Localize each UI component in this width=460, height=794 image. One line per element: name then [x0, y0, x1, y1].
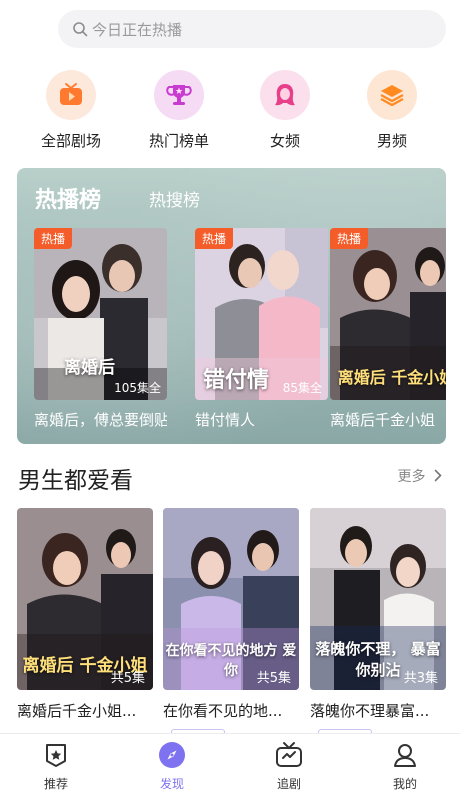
category-hot-ranking[interactable]: 热门榜单	[124, 68, 234, 151]
trophy-icon	[154, 70, 204, 120]
tv-icon	[249, 740, 329, 770]
drama-card[interactable]: 落魄你不理， 暴富你别沾 共3集 落魄你不理暴富...	[310, 508, 446, 735]
drama-card[interactable]: 在你看不见的地方 爱你 共5集 在你看不见的地...	[163, 508, 299, 735]
tv-play-icon	[46, 70, 96, 120]
tab-label: 追剧	[276, 777, 301, 791]
episode-count: 85集全	[282, 381, 322, 395]
search-bar[interactable]: 今日正在热播	[58, 10, 446, 48]
hot-badge: 热播	[34, 228, 73, 249]
category-row: 全部剧场 热门榜单 女频 男频	[0, 68, 460, 158]
tab-recommend[interactable]: 推荐	[16, 740, 96, 792]
poster-image: 离婚后 千金小姐 共5集	[17, 508, 153, 690]
woman-icon	[260, 70, 310, 120]
category-label: 男频	[376, 132, 407, 150]
tab-label: 我的	[392, 777, 417, 791]
episode-count: 共3集	[403, 671, 438, 686]
category-label: 全部剧场	[40, 132, 101, 150]
tab-discover[interactable]: 发现	[132, 740, 212, 792]
tab-mine[interactable]: 我的	[365, 740, 445, 792]
chevron-right-icon	[434, 469, 442, 486]
section-title: 男生都爱看	[18, 468, 133, 494]
episode-count: 105集全	[114, 381, 161, 395]
poster-image: 热播 离婚后 千金小姐	[330, 228, 446, 400]
bottom-tab-bar: 推荐 发现 追剧 我的	[0, 733, 460, 794]
category-label: 女频	[269, 132, 300, 150]
category-female[interactable]: 女频	[230, 68, 340, 151]
category-male[interactable]: 男频	[337, 68, 447, 151]
hot-card[interactable]: 热播 离婚后 千金小姐 离婚后千金小姐	[330, 228, 446, 430]
layers-icon	[367, 70, 417, 120]
hot-card-title: 离婚后，傅总要倒贴	[34, 411, 167, 429]
poster-image: 热播 错付情 85集全	[195, 228, 328, 400]
episode-count: 共5集	[110, 671, 145, 686]
star-badge-icon	[16, 740, 96, 770]
hot-ranking-panel: 热播榜 热搜榜 热播 离婚后 105集全 离婚后，傅总要倒贴 热播 错付情 85…	[17, 168, 446, 444]
search-icon	[73, 22, 88, 37]
more-link[interactable]: 更多	[398, 466, 442, 486]
episode-count: 共5集	[256, 671, 291, 686]
drama-card-title: 离婚后千金小姐...	[17, 702, 137, 720]
poster-title-art: 离婚后	[64, 358, 115, 378]
user-icon	[365, 740, 445, 770]
tab-hot-search[interactable]: 热搜榜	[149, 186, 200, 211]
drama-card-title: 落魄你不理暴富...	[310, 702, 430, 720]
tab-label: 推荐	[43, 777, 68, 791]
hot-card[interactable]: 热播 错付情 85集全 错付情人	[195, 228, 328, 430]
tab-follow-drama[interactable]: 追剧	[249, 740, 329, 792]
drama-card-title: 在你看不见的地...	[163, 702, 283, 720]
drama-card[interactable]: 离婚后 千金小姐 共5集 离婚后千金小姐...	[17, 508, 153, 721]
poster-image: 热播 离婚后 105集全	[34, 228, 167, 400]
category-label: 热门榜单	[148, 132, 209, 150]
hot-badge: 热播	[330, 228, 369, 249]
hot-card-title: 错付情人	[195, 411, 256, 429]
hot-badge: 热播	[195, 228, 234, 249]
poster-title-art: 离婚后 千金小姐	[337, 368, 446, 387]
more-label: 更多	[397, 469, 426, 485]
hot-card-title: 离婚后千金小姐	[330, 411, 436, 429]
poster-image: 落魄你不理， 暴富你别沾 共3集	[310, 508, 446, 690]
tab-label: 发现	[159, 777, 184, 791]
hot-card[interactable]: 热播 离婚后 105集全 离婚后，傅总要倒贴	[34, 228, 167, 430]
category-all-theater[interactable]: 全部剧场	[16, 68, 126, 151]
compass-icon	[132, 740, 212, 770]
poster-image: 在你看不见的地方 爱你 共5集	[163, 508, 299, 690]
search-placeholder: 今日正在热播	[92, 20, 183, 39]
tab-hot-playing[interactable]: 热播榜	[35, 182, 101, 214]
